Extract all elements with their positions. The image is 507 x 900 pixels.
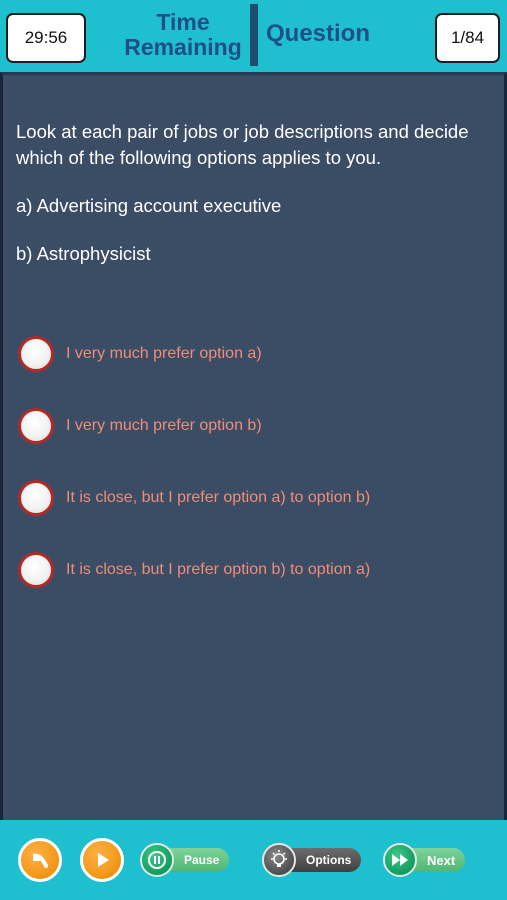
timer-display: 29:56 xyxy=(6,13,86,63)
answer-option-4[interactable]: It is close, but I prefer option b) to o… xyxy=(18,550,370,590)
answer-option-1[interactable]: I very much prefer option a) xyxy=(18,334,262,374)
question-option-b: b) Astrophysicist xyxy=(16,243,151,264)
options-label: Options xyxy=(288,848,362,872)
question-option-a: a) Advertising account executive xyxy=(16,195,282,216)
radio-button[interactable] xyxy=(18,480,54,516)
fast-forward-icon xyxy=(383,843,417,877)
answer-label: I very much prefer option b) xyxy=(66,417,262,434)
header-bar: 29:56 Time Remaining Question 1/84 xyxy=(0,0,507,72)
question-panel: Look at each pair of jobs or job descrip… xyxy=(0,72,507,820)
time-remaining-title: Time Remaining xyxy=(112,10,254,60)
radio-button[interactable] xyxy=(18,336,54,372)
back-button[interactable] xyxy=(18,838,62,882)
question-title: Question xyxy=(266,20,371,47)
next-label: Next xyxy=(409,848,466,872)
answer-option-2[interactable]: I very much prefer option b) xyxy=(18,406,262,446)
radio-button[interactable] xyxy=(18,408,54,444)
question-prompt: Look at each pair of jobs or job descrip… xyxy=(16,121,469,168)
back-arrow-icon xyxy=(33,853,48,868)
play-button[interactable] xyxy=(80,838,124,882)
pause-button[interactable]: Pause xyxy=(140,843,230,877)
lightbulb-icon xyxy=(262,843,296,877)
answer-label: I very much prefer option a) xyxy=(66,345,262,362)
options-button[interactable]: Options xyxy=(262,843,362,877)
pause-label: Pause xyxy=(166,848,230,872)
pause-icon xyxy=(140,843,174,877)
answer-option-3[interactable]: It is close, but I prefer option a) to o… xyxy=(18,478,370,518)
question-counter: 1/84 xyxy=(435,13,500,63)
time-title-line1: Time xyxy=(156,9,210,35)
answer-label: It is close, but I prefer option a) to o… xyxy=(66,489,371,506)
header-divider xyxy=(250,4,258,66)
next-button[interactable]: Next xyxy=(383,843,466,877)
question-text: Look at each pair of jobs or job descrip… xyxy=(16,119,486,289)
bottom-toolbar: Pause Options Next xyxy=(0,820,507,900)
play-icon xyxy=(98,853,109,867)
time-title-line2: Remaining xyxy=(124,34,242,60)
answer-label: It is close, but I prefer option b) to o… xyxy=(66,561,371,578)
radio-button[interactable] xyxy=(18,552,54,588)
